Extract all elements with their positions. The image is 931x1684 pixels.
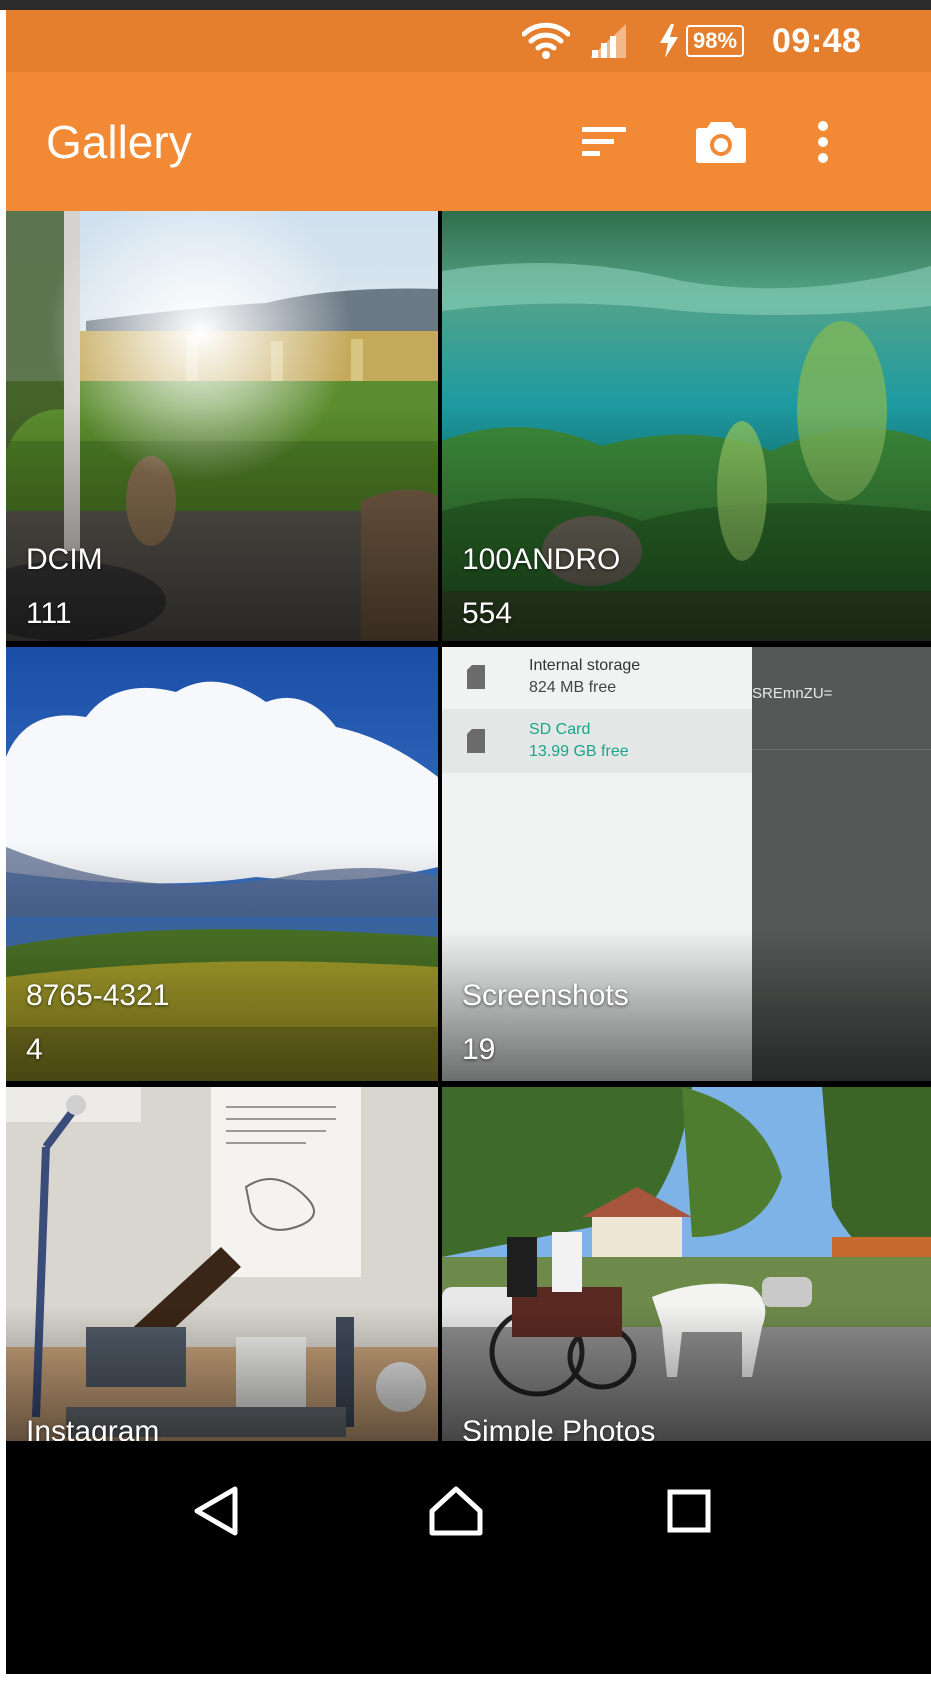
album-count: 111 [26, 597, 72, 630]
album-name: DCIM [26, 543, 103, 576]
home-button[interactable] [396, 1461, 516, 1561]
album-tile[interactable]: 100ANDRO 554 [442, 211, 931, 641]
album-tile[interactable]: SREmnZU= Internal storage 824 MB free SD… [442, 647, 931, 1081]
back-button[interactable] [156, 1461, 276, 1561]
wifi-icon [522, 10, 570, 72]
divider [752, 749, 931, 750]
screenshot-bottom-edge [0, 1674, 931, 1684]
recents-button[interactable] [629, 1461, 749, 1561]
camera-icon [696, 121, 746, 163]
internal-storage-free: 824 MB free [529, 679, 617, 696]
tile-overlay [442, 404, 931, 641]
thumbnail-row-highlight [442, 709, 752, 773]
internal-storage-label: Internal storage [529, 657, 641, 674]
album-count: 4 [26, 1033, 43, 1066]
album-tile[interactable]: DCIM 111 [6, 211, 438, 641]
battery-percent: 98% [686, 25, 745, 57]
sort-button[interactable] [559, 72, 649, 211]
app-bar: Gallery [6, 72, 931, 211]
sd-card-free: 13.99 GB free [529, 743, 629, 760]
overflow-menu-button[interactable] [778, 72, 868, 211]
album-tile[interactable]: Instagram [6, 1087, 438, 1451]
overflow-menu-icon [818, 120, 828, 163]
screenshot-top-edge [0, 0, 931, 10]
sd-card-label: SD Card [529, 721, 591, 738]
album-name: 100ANDRO [462, 543, 621, 576]
status-bar: 98% 09:48 [6, 10, 931, 72]
home-icon [429, 1486, 483, 1536]
camera-button[interactable] [676, 72, 766, 211]
album-name: 8765-4321 [26, 979, 170, 1012]
tile-overlay [6, 842, 438, 1081]
sd-card-icon [467, 729, 485, 753]
phone-screen: 98% 09:48 Gallery DCIM 111 100ANDRO 554 … [6, 10, 931, 1674]
clock: 09:48 [772, 21, 862, 60]
album-count: 19 [462, 1033, 496, 1066]
battery-icon: 98% [686, 10, 745, 72]
signal-icon [588, 10, 628, 72]
sd-card-icon [467, 665, 485, 689]
album-name: Screenshots [462, 979, 629, 1012]
album-tile[interactable]: 8765-4321 4 [6, 647, 438, 1081]
navigation-bar [6, 1441, 931, 1674]
album-count: 554 [462, 597, 513, 630]
page-title: Gallery [46, 115, 192, 168]
album-grid: DCIM 111 100ANDRO 554 8765-4321 4 SREmnZ… [6, 211, 931, 1451]
recents-icon [667, 1489, 711, 1533]
back-icon [194, 1486, 238, 1536]
charging-icon [658, 10, 680, 72]
thumbnail-side-text: SREmnZU= [752, 685, 833, 702]
album-tile[interactable]: Simple Photos [442, 1087, 931, 1451]
sort-icon [582, 126, 626, 156]
